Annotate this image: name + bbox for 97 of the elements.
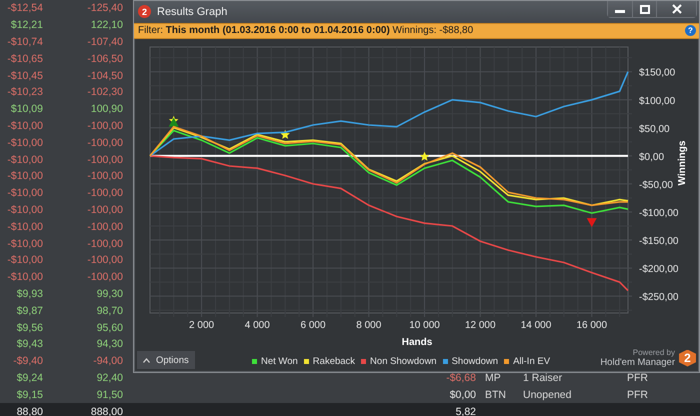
brand-logo: 2: [679, 350, 696, 366]
table-cell-text: $9,87: [16, 304, 43, 317]
axis-label: -$100,00: [639, 208, 678, 219]
table-cell-text: -100,00: [86, 170, 123, 182]
help-icon[interactable]: ?: [685, 25, 696, 36]
axis-label: 6 000: [300, 320, 326, 331]
table-cell-text: $9,93: [16, 288, 43, 300]
brand-name: Hold'em Manager: [600, 357, 675, 368]
minimize-button[interactable]: [608, 1, 632, 17]
table-cell-text: $10,09: [10, 103, 43, 116]
axis-label: $100,00: [639, 95, 676, 106]
table-cell-text: -$10,23: [6, 86, 43, 98]
axis-label: 2 000: [189, 320, 214, 331]
table-cell-text: 99,30: [96, 288, 123, 300]
table-cell-text: -$10,00: [6, 170, 43, 182]
table-cell-text: 94,30: [96, 338, 123, 350]
table-cell-text: -104,50: [86, 70, 123, 82]
table-cell-text: 98,70: [96, 304, 123, 317]
triangle-down-icon: [586, 218, 597, 227]
table-cell-text: -$10,00: [6, 254, 43, 266]
axis-label: -$50,00: [639, 180, 673, 191]
legend-label: Showdown: [452, 356, 498, 367]
table-cell-text: -107,40: [86, 36, 123, 48]
table-cell-text: -$10,00: [6, 220, 43, 233]
table-cell-text: -$10,00: [6, 154, 43, 166]
table-cell-text: -100,00: [86, 120, 123, 132]
filter-text: Filter: This month (01.03.2016 0:00 to 01.04.2016 0:00) Winnings: -$88,80: [138, 25, 474, 36]
table-cell-text: 95,60: [96, 322, 123, 334]
options-button[interactable]: Options: [137, 351, 195, 369]
table-cell-text: $9,24: [16, 372, 43, 384]
table-cell-text: -100,00: [86, 187, 123, 200]
legend-label: Net Won: [261, 356, 298, 367]
table-cell-text: -100,00: [86, 136, 123, 149]
table-cell-text: -100,00: [86, 254, 123, 266]
table-cell-text: -$10,65: [6, 52, 43, 65]
table-cell-text: -$6,68: [445, 372, 476, 384]
table-cell-text: -100,00: [86, 154, 123, 166]
table-cell-text: MP: [484, 372, 502, 384]
axis-label: -$150,00: [639, 236, 678, 247]
axis-label: 10 000: [409, 320, 440, 331]
axis-label: $150,00: [639, 67, 676, 78]
table-cell-text: -$10,00: [6, 120, 43, 132]
table-cell-text: -$9,40: [12, 355, 43, 368]
table-cell-text: 91,50: [96, 388, 123, 401]
table-cell-text: -94,00: [92, 355, 123, 368]
axis-label: 4 000: [244, 320, 270, 331]
maximize-button[interactable]: [632, 1, 656, 17]
legend-label: All-In EV: [513, 356, 550, 367]
table-cell-text: -$10,74: [6, 36, 43, 48]
maximize-icon: [640, 4, 650, 14]
table-cell-text: -100,00: [86, 220, 123, 233]
axis-label: $0,00: [639, 152, 664, 163]
axis-title: Winnings: [677, 140, 688, 186]
axis-label: -$250,00: [639, 292, 678, 303]
star-icon: [280, 130, 290, 139]
table-cell-text: -$10,00: [6, 271, 43, 284]
axis-label: $50,00: [639, 124, 670, 134]
table-cell-text: -$10,00: [6, 238, 43, 250]
powered-by-text: Powered by: [632, 348, 675, 357]
table-cell-text: $12,21: [10, 19, 43, 32]
window-title: Results Graph: [157, 6, 228, 18]
legend-label: Non Showdown: [370, 356, 437, 367]
table-cell-text: $0,00: [448, 388, 476, 401]
table-cell-text: 100,90: [90, 103, 123, 116]
table-cell-text: -$10,00: [6, 136, 43, 149]
close-button[interactable]: [656, 1, 696, 17]
table-cell-text: $9,15: [16, 388, 43, 401]
table-cell-text: -$10,00: [6, 204, 43, 216]
table-cell-text: -102,30: [86, 86, 123, 98]
axis-title: Hands: [402, 336, 432, 348]
table-cell-text: PFR: [626, 372, 648, 384]
table-cell-text: 122,10: [90, 19, 123, 32]
axis-label: -$200,00: [639, 264, 678, 275]
table-cell-text: 92,40: [96, 372, 123, 384]
table-cell-text: -$10,45: [6, 70, 43, 82]
table-cell-text: Unopened: [522, 388, 572, 401]
axis-label: 14 000: [520, 320, 552, 331]
table-cell-text: -125,40: [86, 2, 123, 14]
table-cell-text: -$10,00: [6, 187, 43, 200]
caret-icon: [143, 358, 150, 362]
axis-label: 12 000: [464, 320, 496, 331]
axis-label: 16 000: [576, 320, 608, 331]
table-cell-text: -100,00: [86, 271, 123, 284]
table-cell-text: -106,50: [86, 52, 123, 65]
axis-label: 8 000: [356, 320, 382, 331]
app-logo: 2: [138, 5, 151, 18]
table-cell-text: -100,00: [86, 204, 123, 216]
table-cell-text: -100,00: [86, 238, 123, 250]
table-cell-text: $9,56: [16, 322, 43, 334]
star-icon: [420, 151, 430, 160]
table-cell-text: BTN: [484, 388, 507, 401]
table-cell-text: PFR: [626, 388, 648, 401]
table-cell-text: $9,43: [16, 338, 43, 350]
close-icon: [672, 4, 682, 14]
table-cell-text: 1 Raiser: [522, 372, 564, 384]
legend-label: Rakeback: [312, 356, 356, 367]
table-cell-text: -$12,54: [6, 2, 43, 14]
